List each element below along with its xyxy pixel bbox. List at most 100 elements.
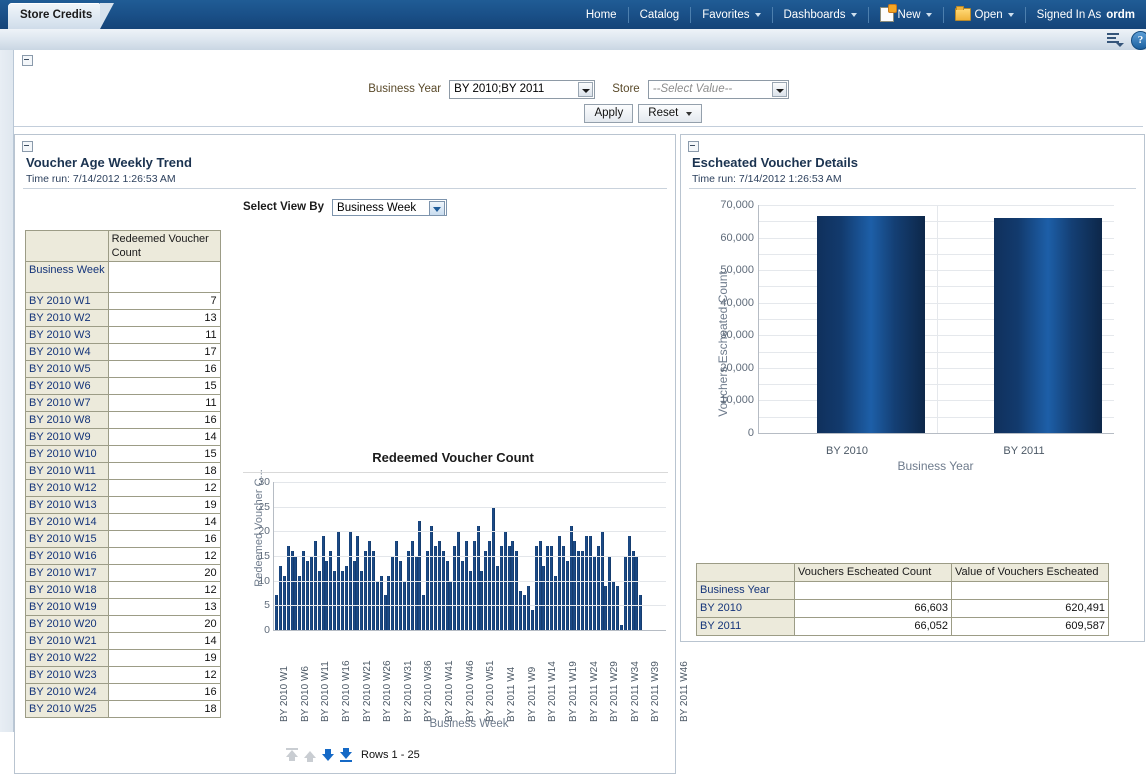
chart-bar[interactable] [623,556,627,630]
chart-bar[interactable] [472,541,476,630]
chart-bar[interactable] [616,585,619,630]
chart-bar[interactable] [352,560,356,630]
chart-bar[interactable] [391,556,395,630]
chart-bar[interactable] [406,551,410,630]
chart-bar[interactable] [635,556,639,630]
chart-bar[interactable] [329,551,333,630]
chart-bar[interactable] [519,590,523,630]
chart-bar[interactable] [592,556,596,630]
chart-bar[interactable] [596,546,600,630]
row-dimension-header[interactable]: Business Year [696,581,795,600]
chart-bar[interactable] [530,610,534,630]
store-select[interactable]: --Select Value-- [647,80,789,99]
chart-bar[interactable] [356,536,360,630]
chart-bar[interactable] [282,575,286,630]
chart-bar[interactable] [383,595,387,630]
chart-bar[interactable] [461,560,464,630]
chart-bar[interactable] [298,575,302,630]
chart-bar[interactable] [422,595,426,630]
dashboard-tab-store-credits[interactable]: Store Credits [8,3,114,29]
collapse-panel-icon[interactable] [22,141,33,152]
chart-bar[interactable] [309,556,313,630]
chart-bar[interactable] [492,506,495,630]
chart-bar[interactable] [495,565,499,630]
chart-bar[interactable] [569,526,573,630]
chart-bar[interactable] [294,556,298,630]
apply-button[interactable]: Apply [584,104,634,123]
chart-bar[interactable] [430,526,433,630]
row-label-cell[interactable]: BY 2010 W19 [25,598,109,616]
chart-bar[interactable] [306,560,309,630]
reset-button[interactable]: Reset [638,104,702,123]
chart-bar[interactable] [275,595,278,630]
row-label-cell[interactable]: BY 2010 W1 [25,292,109,310]
row-label-cell[interactable]: BY 2011 [696,617,795,636]
previous-page-arrow-icon[interactable] [303,747,317,762]
last-page-arrow-icon[interactable] [339,747,353,762]
chart-bar[interactable] [550,546,554,630]
chart-bar[interactable] [278,565,282,630]
chart-bar[interactable] [588,536,592,630]
chart-bar[interactable] [515,551,519,630]
chart-bar[interactable] [619,625,623,630]
collapse-prompts-icon[interactable] [22,55,33,66]
nav-item-open[interactable]: Open [942,6,1025,23]
chart-bar[interactable] [399,560,402,630]
row-label-cell[interactable]: BY 2010 W5 [25,360,109,378]
chart-bar[interactable] [534,546,538,630]
row-label-cell[interactable]: BY 2010 W25 [25,700,109,718]
signed-in-as[interactable]: Signed In As ordm [1024,6,1146,23]
help-icon[interactable]: ? [1131,31,1146,50]
row-label-cell[interactable]: BY 2010 W15 [25,530,109,548]
row-label-cell[interactable]: BY 2010 W20 [25,615,109,633]
row-label-cell[interactable]: BY 2010 W3 [25,326,109,344]
nav-item-favorites[interactable]: Favorites [690,6,771,23]
row-label-cell[interactable]: BY 2010 W12 [25,479,109,497]
chart-bar[interactable] [604,585,608,630]
row-label-cell[interactable]: BY 2010 W18 [25,581,109,599]
row-dimension-header[interactable]: Business Week [25,261,109,293]
chart-bar[interactable] [994,217,1102,433]
first-page-arrow-icon[interactable] [285,747,299,762]
chart-bar[interactable] [364,551,368,630]
chart-bar[interactable] [476,526,480,630]
row-label-cell[interactable]: BY 2010 W9 [25,428,109,446]
nav-item-new[interactable]: New [867,5,943,23]
page-options-icon[interactable] [1106,32,1124,47]
chart-bar[interactable] [433,546,437,630]
chart-bar[interactable] [817,216,925,433]
chart-bar[interactable] [321,536,325,630]
chart-bar[interactable] [286,546,290,630]
chart-bar[interactable] [437,541,441,630]
nav-item-catalog[interactable]: Catalog [627,6,691,23]
chart-bar[interactable] [395,541,399,630]
chart-bar[interactable] [581,551,585,630]
chart-bar[interactable] [410,541,414,630]
chart-bar[interactable] [561,546,565,630]
row-label-cell[interactable]: BY 2010 W4 [25,343,109,361]
chart-bar[interactable] [557,536,561,630]
chart-bar[interactable] [441,551,445,630]
row-label-cell[interactable]: BY 2010 W10 [25,445,109,463]
chart-bar[interactable] [302,551,306,630]
chart-bar[interactable] [426,551,430,630]
row-label-cell[interactable]: BY 2010 [696,599,795,618]
chart-bar[interactable] [488,541,492,630]
row-label-cell[interactable]: BY 2010 W16 [25,547,109,565]
nav-item-home[interactable]: Home [575,7,628,23]
row-label-cell[interactable]: BY 2010 W13 [25,496,109,514]
collapse-panel-icon[interactable] [688,141,699,152]
chart-bar[interactable] [414,556,418,630]
view-by-select[interactable]: Business Week [332,199,448,216]
chart-bar[interactable] [585,536,588,630]
row-label-cell[interactable]: BY 2010 W11 [25,462,109,480]
chart-bar[interactable] [631,551,635,630]
row-label-cell[interactable]: BY 2010 W2 [25,309,109,327]
nav-item-dashboards[interactable]: Dashboards [771,6,868,23]
row-label-cell[interactable]: BY 2010 W6 [25,377,109,395]
business-year-select[interactable]: BY 2010;BY 2011 [449,80,596,99]
chart-bar[interactable] [538,541,542,630]
chart-bar[interactable] [484,551,488,630]
row-label-cell[interactable]: BY 2010 W23 [25,666,109,684]
chart-bar[interactable] [313,541,317,630]
